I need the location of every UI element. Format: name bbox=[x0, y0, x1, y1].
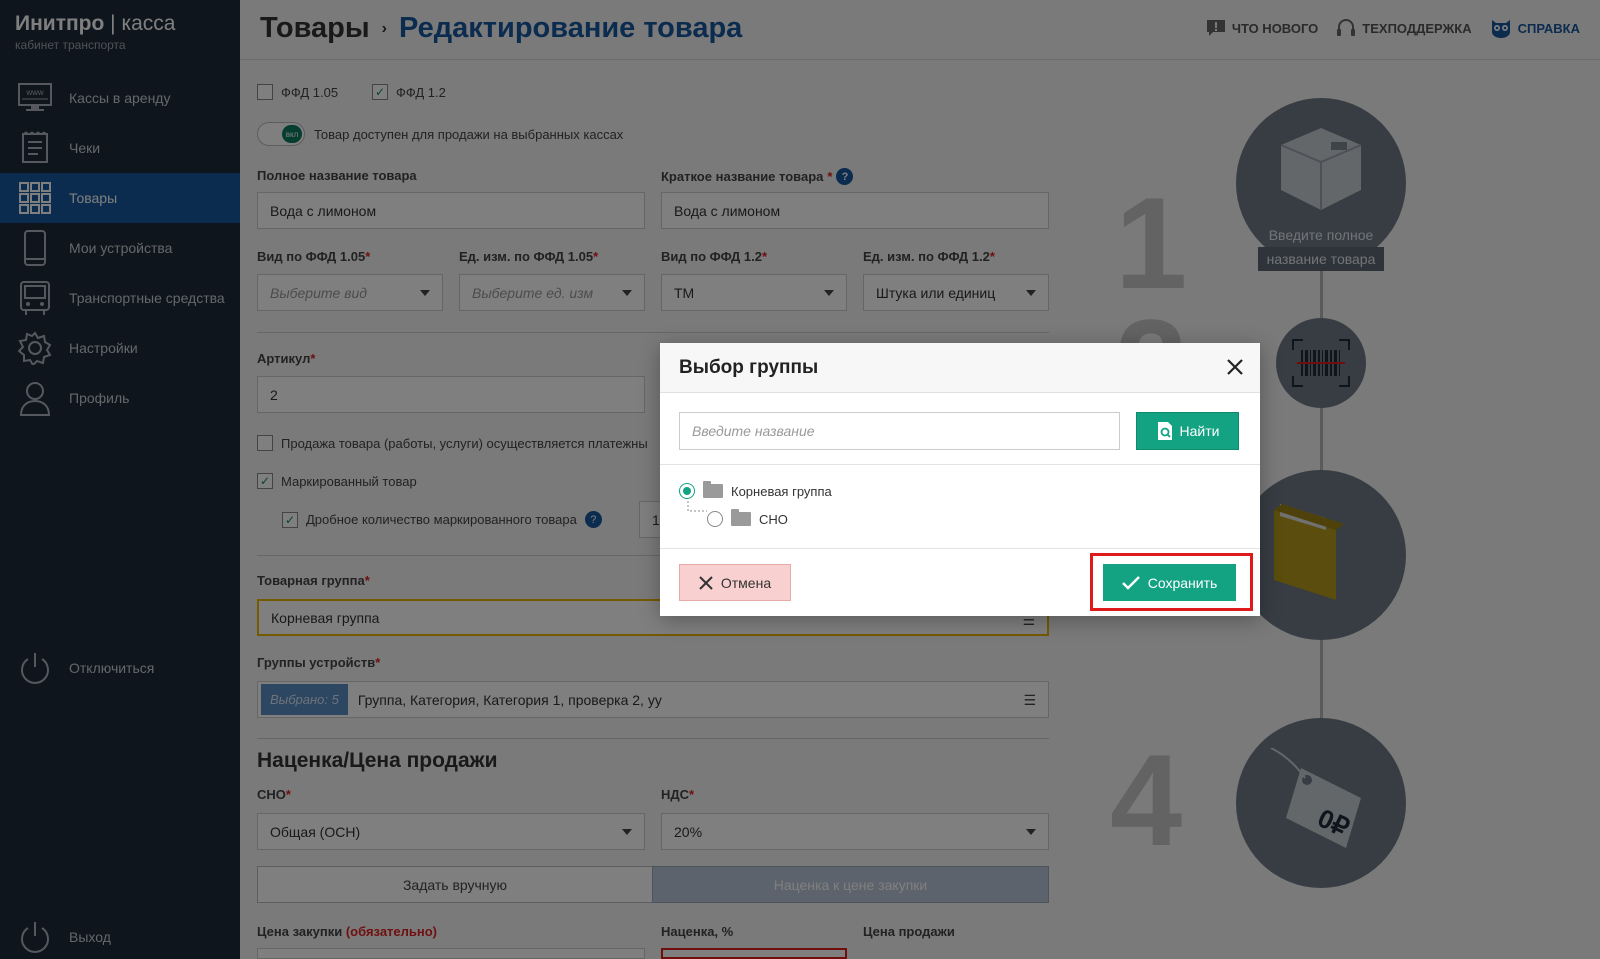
check-icon bbox=[1121, 575, 1140, 590]
tree-connector bbox=[687, 501, 707, 512]
save-button[interactable]: Сохранить bbox=[1103, 564, 1236, 601]
cancel-button[interactable]: Отмена bbox=[679, 564, 791, 601]
close-icon[interactable] bbox=[1224, 356, 1246, 378]
folder-icon bbox=[731, 509, 751, 526]
radio-unselected[interactable] bbox=[707, 511, 723, 527]
search-doc-icon bbox=[1157, 422, 1172, 440]
modal-header: Выбор группы bbox=[660, 343, 1260, 393]
modal-title: Выбор группы bbox=[679, 357, 819, 378]
save-button-label: Сохранить bbox=[1147, 574, 1218, 591]
find-button[interactable]: Найти bbox=[1136, 412, 1239, 450]
search-input[interactable]: Введите название bbox=[679, 412, 1120, 450]
search-row: Введите название Найти bbox=[679, 412, 1239, 450]
find-button-label: Найти bbox=[1179, 423, 1220, 439]
radio-selected[interactable] bbox=[679, 483, 695, 499]
modal-divider bbox=[660, 464, 1260, 465]
folder-icon bbox=[703, 481, 723, 498]
close-icon bbox=[699, 575, 713, 590]
tree-item-sno[interactable]: СНО bbox=[707, 509, 788, 527]
tree-item-label: СНО bbox=[759, 511, 788, 527]
modal-divider bbox=[660, 548, 1260, 549]
tree-item-root[interactable]: Корневая группа bbox=[679, 481, 832, 499]
group-select-modal: Выбор группы Введите название Найти Корн… bbox=[660, 343, 1260, 616]
tree-item-label: Корневая группа bbox=[731, 483, 832, 499]
cancel-button-label: Отмена bbox=[720, 574, 772, 591]
